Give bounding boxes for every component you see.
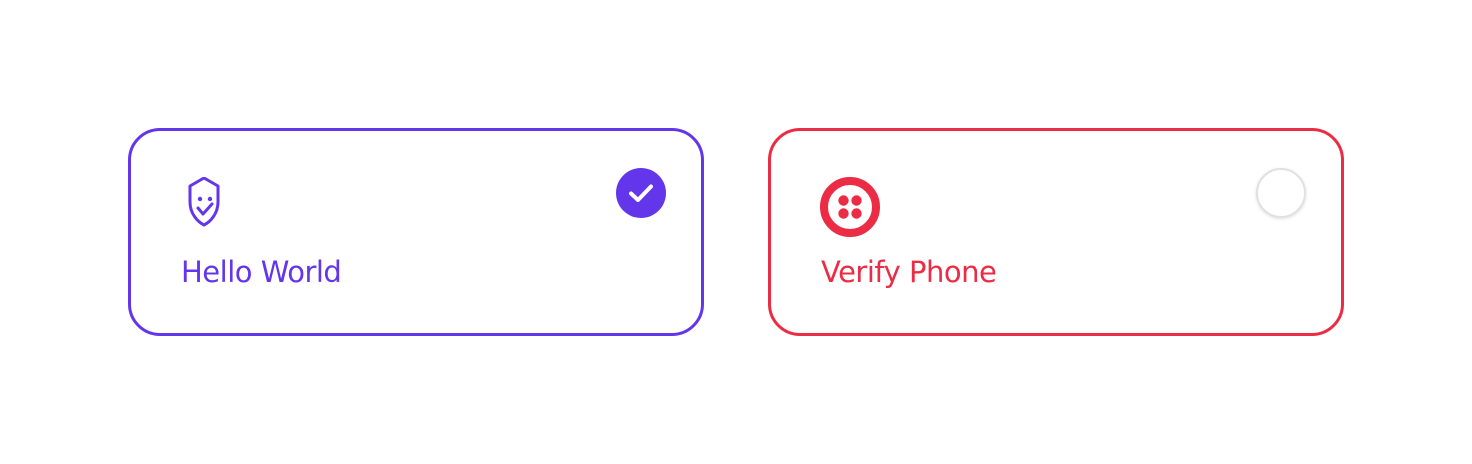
card-label: Verify Phone [821,255,997,289]
option-card-hello-world[interactable]: Hello World [128,128,704,336]
option-card-verify-phone[interactable]: Verify Phone [768,128,1344,336]
checkmark-icon [629,184,653,202]
card-label: Hello World [181,255,342,289]
twilio-logo-icon [820,177,880,237]
shield-smile-icon [180,176,240,237]
radio-checked[interactable] [616,168,666,218]
radio-unchecked[interactable] [1256,168,1306,218]
